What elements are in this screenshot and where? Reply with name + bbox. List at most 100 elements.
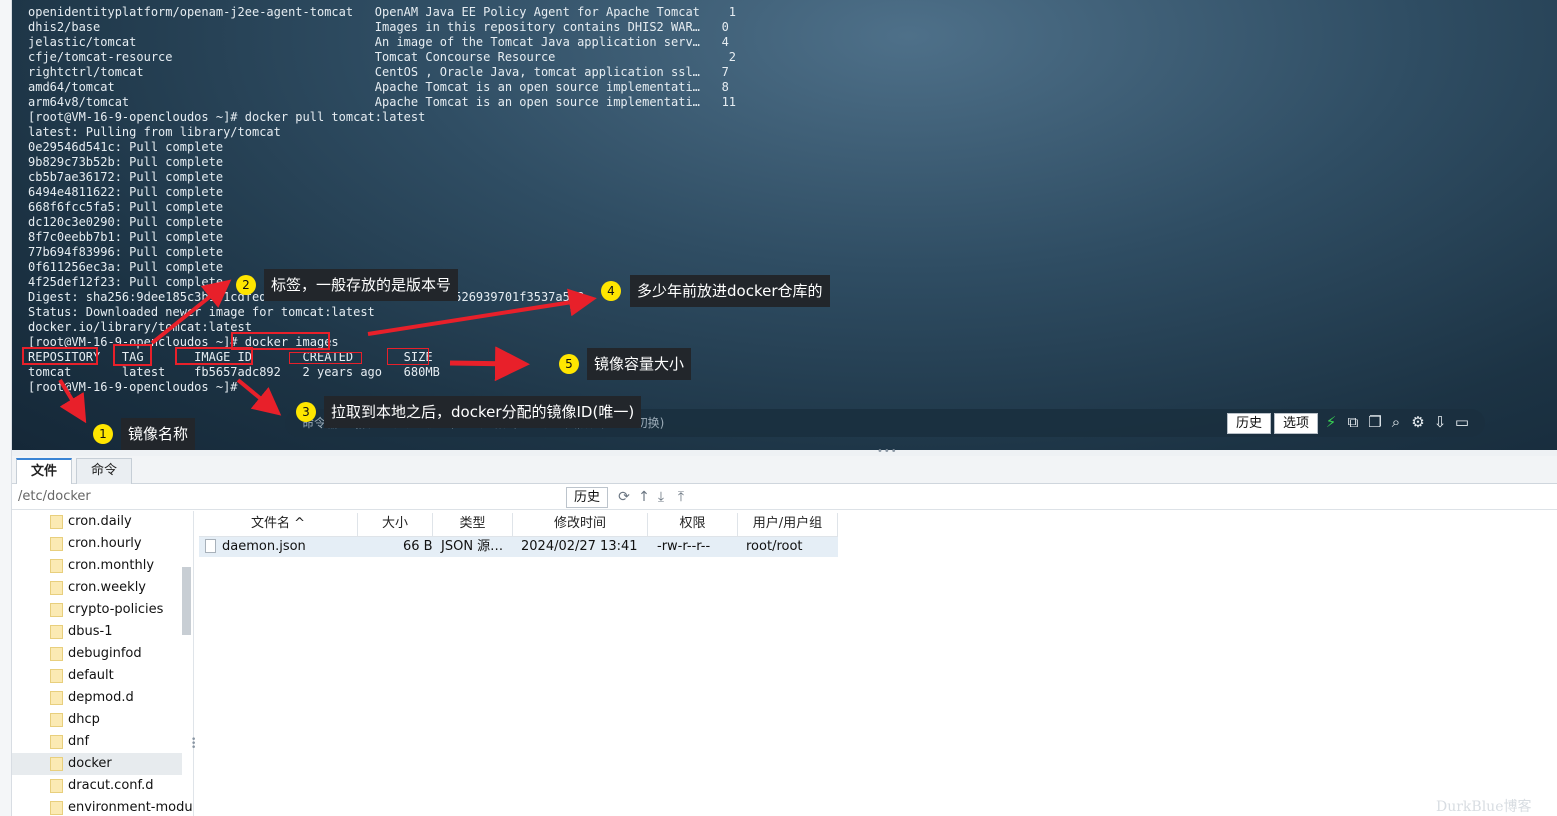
file-name[interactable]: daemon.json [222, 539, 306, 555]
terminal-line: 8f7c0eebb7b1: Pull complete [28, 230, 224, 244]
bottom-tab-bar [12, 456, 1557, 484]
highlight-box-docker-images-cmd [231, 332, 330, 350]
tree-item-label: depmod.d [68, 690, 134, 705]
terminal-options-button[interactable]: 选项 [1274, 413, 1319, 434]
left-edge-strip [0, 0, 12, 816]
terminal-line: [root@VM-16-9-opencloudos ~]# [28, 380, 238, 394]
tree-item-label: cron.weekly [68, 580, 146, 595]
download-arrow-icon[interactable]: ⇩ [1430, 412, 1450, 432]
tree-item[interactable]: depmod.d [12, 687, 182, 709]
folder-icon [50, 625, 63, 639]
tab-commands[interactable]: 命令 [76, 458, 133, 484]
folder-icon [50, 779, 63, 793]
tree-scrollbar-thumb[interactable] [182, 567, 191, 635]
terminal-line: amd64/tomcat Apache Tomcat is an open so… [28, 80, 729, 94]
annotation-label-3: 拉取到本地之后，docker分配的镜像ID(唯一) [324, 396, 642, 428]
window-icon[interactable]: ▭ [1452, 412, 1472, 432]
folder-icon [50, 691, 63, 705]
folder-icon [50, 801, 63, 815]
folder-icon [50, 603, 63, 617]
folder-icon [50, 515, 63, 529]
tree-item-label: cron.monthly [68, 558, 155, 573]
column-header-filename[interactable]: 文件名 ^ [199, 513, 358, 537]
folder-icon [50, 559, 63, 573]
up-directory-icon[interactable]: ↑ [635, 487, 653, 507]
annotation-badge-4: 4 [601, 281, 621, 301]
terminal-line: 668f6fcc5fa5: Pull complete [28, 200, 224, 214]
tree-item-label: default [68, 668, 114, 683]
path-bar [12, 485, 1557, 510]
highlight-box-repository [22, 347, 98, 365]
terminal-line: dc120c3e0290: Pull complete [28, 215, 224, 229]
column-header-type[interactable]: 类型 [433, 513, 513, 537]
terminal-output: openidentityplatform/openam-j2ee-agent-t… [28, 5, 736, 395]
annotation-label-1: 镜像名称 [121, 418, 196, 450]
terminal-line: 6494e4811622: Pull complete [28, 185, 224, 199]
directory-tree[interactable]: cron.daily cron.hourly cron.monthly cron… [12, 511, 194, 816]
upload-icon[interactable]: ⤒ [672, 487, 690, 507]
tree-item[interactable]: cron.hourly [12, 533, 182, 555]
lightning-icon[interactable]: ⚡ [1321, 412, 1341, 432]
file-size: 66 B [403, 539, 433, 554]
folder-icon [50, 581, 63, 595]
folder-icon [50, 647, 63, 661]
terminal-line: 77b694f83996: Pull complete [28, 245, 224, 259]
tree-item-label: debuginfod [68, 646, 142, 661]
tree-item[interactable]: debuginfod [12, 643, 182, 665]
path-input[interactable]: /etc/docker [18, 489, 91, 504]
column-header-owner[interactable]: 用户/用户组 [738, 513, 838, 537]
column-header-size[interactable]: 大小 [358, 513, 433, 537]
column-header-permissions[interactable]: 权限 [648, 513, 738, 537]
annotation-badge-3: 3 [296, 402, 316, 422]
tree-item[interactable]: dhcp [12, 709, 182, 731]
highlight-box-size [387, 348, 429, 365]
annotation-label-2: 标签，一般存放的是版本号 [264, 269, 459, 301]
terminal-line: dhis2/base Images in this repository con… [28, 20, 729, 34]
copy-icon[interactable]: ⧉ [1343, 412, 1363, 432]
folder-icon [50, 713, 63, 727]
file-type: JSON 源… [441, 539, 504, 554]
gear-icon[interactable]: ⚙ [1408, 412, 1428, 432]
terminal-line: cfje/tomcat-resource Tomcat Concourse Re… [28, 50, 737, 64]
tree-item[interactable]: dbus-1 [12, 621, 182, 643]
tree-item[interactable]: dracut.conf.d [12, 775, 182, 797]
tree-item-docker-selected[interactable]: docker [12, 753, 182, 775]
search-icon[interactable]: ⌕ [1386, 412, 1406, 432]
tree-item-label: cron.hourly [68, 536, 142, 551]
tree-item[interactable]: cron.weekly [12, 577, 182, 599]
column-header-modified[interactable]: 修改时间 [513, 513, 648, 537]
tab-files[interactable]: 文件 [16, 458, 73, 484]
terminal-history-button[interactable]: 历史 [1227, 413, 1272, 434]
tree-item[interactable]: cron.daily [12, 511, 182, 533]
highlight-box-tag [113, 344, 152, 366]
tree-item-label: dhcp [68, 712, 100, 727]
download-icon[interactable]: ⤓ [652, 487, 670, 507]
annotation-badge-2: 2 [236, 275, 256, 295]
file-owner: root/root [746, 539, 803, 554]
highlight-box-created [289, 352, 362, 364]
terminal-line: 0e29546d541c: Pull complete [28, 140, 224, 154]
tree-item-label: dbus-1 [68, 624, 113, 639]
path-history-button[interactable]: 历史 [566, 487, 609, 508]
folder-icon [50, 735, 63, 749]
tree-item[interactable]: default [12, 665, 182, 687]
terminal-line: jelastic/tomcat An image of the Tomcat J… [28, 35, 729, 49]
folder-icon [50, 757, 63, 771]
file-icon [205, 539, 216, 553]
refresh-icon[interactable]: ⟳ [615, 487, 633, 507]
terminal-line: docker.io/library/tomcat:latest [28, 320, 252, 334]
terminal-line: 9b829c73b52b: Pull complete [28, 155, 224, 169]
tree-item[interactable]: environment-modu [12, 797, 193, 816]
tree-item[interactable]: crypto-policies [12, 599, 182, 621]
vertical-splitter-grip-icon[interactable]: • • • [191, 736, 196, 753]
terminal-panel[interactable]: openidentityplatform/openam-j2ee-agent-t… [12, 0, 1557, 450]
terminal-line: openidentityplatform/openam-j2ee-agent-t… [28, 5, 737, 19]
terminal-line: cb5b7ae36172: Pull complete [28, 170, 224, 184]
annotation-badge-1: 1 [93, 424, 113, 444]
tree-item[interactable]: dnf [12, 731, 182, 753]
folder-icon [50, 537, 63, 551]
tree-item[interactable]: cron.monthly [12, 555, 182, 577]
file-permissions: -rw-r--r-- [657, 539, 711, 554]
paste-icon[interactable]: ❐ [1365, 412, 1385, 432]
terminal-line: [root@VM-16-9-opencloudos ~]# docker pul… [28, 110, 426, 124]
